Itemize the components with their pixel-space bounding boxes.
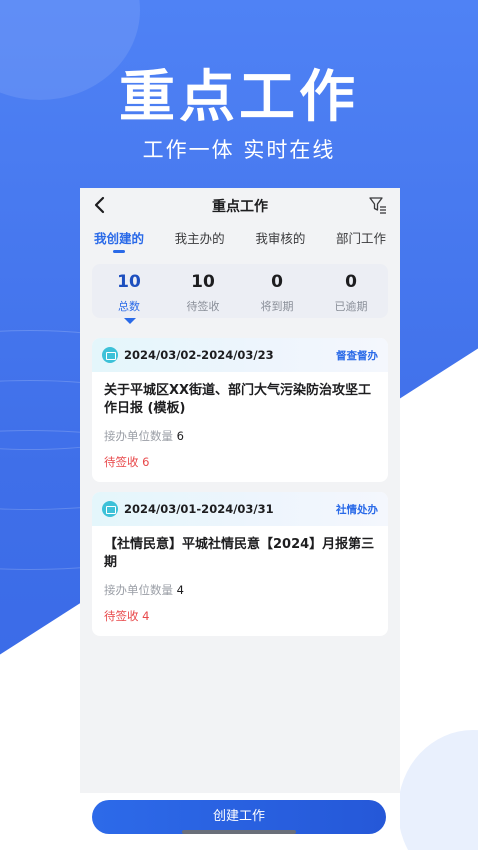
filter-icon[interactable] bbox=[368, 195, 388, 215]
card-date-range: 2024/03/02-2024/03/23 bbox=[124, 348, 274, 362]
create-work-button[interactable]: 创建工作 bbox=[92, 800, 386, 834]
card-body: 【社情民意】平城社情民意【2024】月报第三期 接办单位数量 4 待签收 4 bbox=[92, 526, 388, 636]
folder-icon bbox=[102, 501, 118, 517]
tab-my-created[interactable]: 我创建的 bbox=[94, 222, 144, 258]
tab-my-reviewed[interactable]: 我审核的 bbox=[255, 222, 305, 258]
card-header: 2024/03/02-2024/03/23 督查督办 bbox=[92, 338, 388, 372]
card-title: 关于平城区XX街道、部门大气污染防治攻坚工作日报 (模板) bbox=[104, 383, 372, 416]
stat-overdue-value: 0 bbox=[345, 272, 357, 292]
hero-title: 重点工作 bbox=[119, 65, 359, 130]
stat-total-value: 10 bbox=[117, 272, 141, 292]
stats-panel: 10 总数 10 待签收 0 将到期 0 已逾期 bbox=[92, 264, 388, 318]
card-meta: 接办单位数量 4 bbox=[104, 582, 376, 598]
tab-bar: 我创建的 我主办的 我审核的 部门工作 bbox=[80, 222, 400, 258]
card-meta-label: 接办单位数量 bbox=[104, 429, 173, 443]
card-meta: 接办单位数量 6 bbox=[104, 428, 376, 444]
card-meta-label: 接办单位数量 bbox=[104, 583, 173, 597]
stat-due-soon-label: 将到期 bbox=[260, 300, 294, 313]
card-tag: 社情处办 bbox=[336, 503, 378, 516]
nav-title: 重点工作 bbox=[212, 199, 268, 215]
stat-due-soon[interactable]: 0 将到期 bbox=[240, 264, 314, 318]
stat-total-label: 总数 bbox=[118, 300, 140, 313]
work-card[interactable]: 2024/03/01-2024/03/31 社情处办 【社情民意】平城社情民意【… bbox=[92, 492, 388, 636]
hero-subtitle: 工作一体 实时在线 bbox=[142, 138, 336, 162]
card-status: 待签收 4 bbox=[104, 609, 150, 623]
folder-icon bbox=[102, 347, 118, 363]
stat-pending-sign[interactable]: 10 待签收 bbox=[166, 264, 240, 318]
tab-department-work[interactable]: 部门工作 bbox=[336, 222, 386, 258]
card-date-range: 2024/03/01-2024/03/31 bbox=[124, 502, 274, 516]
stat-overdue[interactable]: 0 已逾期 bbox=[314, 264, 388, 318]
tab-my-hosted[interactable]: 我主办的 bbox=[175, 222, 225, 258]
stat-pending-sign-label: 待签收 bbox=[186, 300, 220, 313]
card-meta-value: 4 bbox=[176, 583, 184, 597]
nav-bar: 重点工作 bbox=[80, 188, 400, 222]
phone-screen: 重点工作 我创建的 我主办的 我审核的 部门工作 10 总数 10 待签收 0 … bbox=[80, 188, 400, 850]
card-meta-value: 6 bbox=[176, 429, 184, 443]
card-header: 2024/03/01-2024/03/31 社情处办 bbox=[92, 492, 388, 526]
stat-due-soon-value: 0 bbox=[271, 272, 283, 292]
card-title: 【社情民意】平城社情民意【2024】月报第三期 bbox=[104, 537, 375, 570]
stat-overdue-label: 已逾期 bbox=[334, 300, 368, 313]
card-body: 关于平城区XX街道、部门大气污染防治攻坚工作日报 (模板) 接办单位数量 6 待… bbox=[92, 372, 388, 482]
card-tag: 督查督办 bbox=[336, 349, 378, 362]
stat-pending-sign-value: 10 bbox=[191, 272, 215, 292]
work-card[interactable]: 2024/03/02-2024/03/23 督查督办 关于平城区XX街道、部门大… bbox=[92, 338, 388, 482]
stat-total[interactable]: 10 总数 bbox=[92, 264, 166, 318]
home-indicator bbox=[182, 830, 296, 834]
stats-pointer-icon bbox=[124, 318, 136, 324]
card-status: 待签收 6 bbox=[104, 455, 150, 469]
